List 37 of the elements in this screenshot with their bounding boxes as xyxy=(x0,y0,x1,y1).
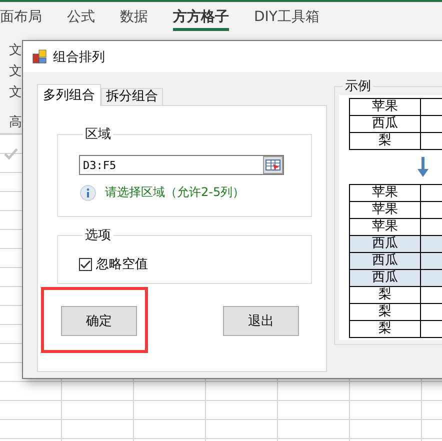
table-cell: 西瓜 xyxy=(350,236,420,252)
ribbon-tab[interactable]: 数据 xyxy=(120,8,148,31)
ignore-empty-checkbox[interactable]: 忽略空值 xyxy=(79,255,148,273)
ribbon-tab[interactable]: 公式 xyxy=(67,8,95,31)
hint-text: 请选择区域（允许2-5列） xyxy=(105,184,245,201)
table-cell: 梨 xyxy=(350,132,420,150)
checkbox[interactable] xyxy=(79,258,92,270)
range-field[interactable]: D3:F5 xyxy=(79,155,284,175)
table-cell: 梨 xyxy=(350,286,420,304)
table-cell: 苹果 xyxy=(350,184,420,202)
table-cell: 苹果 xyxy=(350,98,420,116)
group-label: 区域 xyxy=(84,126,112,143)
range-select-icon[interactable] xyxy=(263,156,283,174)
table-cell: 苹果 xyxy=(350,202,420,218)
dialog-tab[interactable]: 多列组合 xyxy=(37,84,101,106)
ribbon-tab[interactable]: 面布局 xyxy=(0,8,42,31)
dialog-tab[interactable]: 拆分组合 xyxy=(101,88,163,105)
group-label: 选项 xyxy=(84,227,112,244)
table-cell: 梨 xyxy=(350,304,420,320)
check-icon xyxy=(4,148,18,160)
table-cell: 西瓜 xyxy=(350,252,420,270)
ribbon-label[interactable]: 文 xyxy=(9,61,22,82)
group-label: 示例 xyxy=(344,78,372,95)
down-arrow-icon xyxy=(416,156,430,178)
ribbon-label[interactable]: 高 xyxy=(9,112,22,133)
table-cell: 梨 xyxy=(350,320,420,338)
ribbon-tab[interactable]: DIY工具箱 xyxy=(254,8,320,31)
dialog-button[interactable]: 退出 xyxy=(223,306,299,336)
table-cell: 西瓜 xyxy=(350,116,420,132)
app-icon xyxy=(32,48,48,64)
ribbon-label[interactable]: 文 xyxy=(9,82,22,103)
ribbon-tab[interactable]: 方方格子 xyxy=(173,8,229,31)
info-icon xyxy=(80,184,96,200)
dialog-button[interactable]: 确定 xyxy=(61,306,137,336)
table-cell: 西瓜 xyxy=(350,270,420,286)
ribbon-label[interactable]: 文 xyxy=(9,40,22,61)
dialog-title: 组合排列 xyxy=(53,48,105,66)
